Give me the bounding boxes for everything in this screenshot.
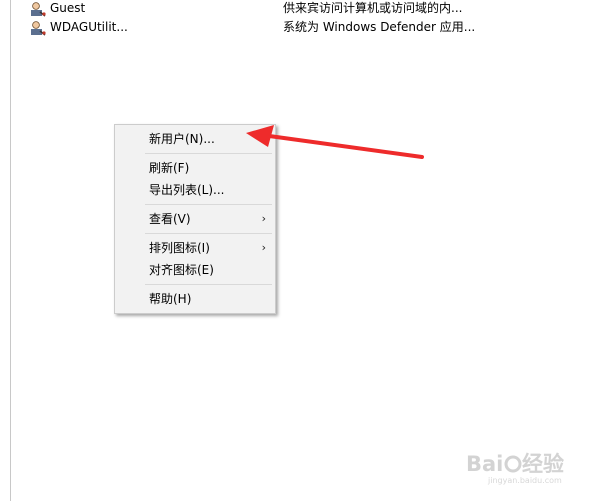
context-menu: 新用户(N)... 刷新(F) 导出列表(L)... 查看(V) › 排列图标(…: [114, 124, 276, 314]
chevron-right-icon: ›: [261, 241, 266, 254]
menu-separator: [145, 204, 272, 205]
menu-item-help[interactable]: 帮助(H): [115, 289, 275, 309]
user-icon: [31, 21, 46, 36]
user-list-pane: Guest 供来宾访问计算机或访问域的内... WDAGUtilit... 系统…: [10, 0, 614, 501]
menu-item-refresh[interactable]: 刷新(F): [115, 158, 275, 178]
user-name: Guest: [50, 1, 86, 15]
list-item-wdagutility[interactable]: WDAGUtilit... 系统为 Windows Defender 应用...: [30, 19, 610, 37]
menu-item-label: 查看(V): [149, 212, 191, 226]
menu-item-label: 新用户(N)...: [149, 132, 215, 146]
menu-separator: [145, 233, 272, 234]
watermark-logo: Bai 经验 jingyan.baidu.com: [466, 452, 564, 485]
menu-item-align-icons[interactable]: 对齐图标(E): [115, 260, 275, 280]
list-item-guest[interactable]: Guest 供来宾访问计算机或访问域的内...: [30, 0, 610, 18]
menu-item-new-user[interactable]: 新用户(N)...: [115, 129, 275, 149]
user-name: WDAGUtilit...: [50, 20, 128, 34]
user-description: 系统为 Windows Defender 应用...: [283, 20, 476, 34]
svg-text:jingyan.baidu.com: jingyan.baidu.com: [487, 476, 562, 485]
svg-text:经验: 经验: [522, 452, 564, 476]
menu-separator: [145, 284, 272, 285]
menu-item-label: 帮助(H): [149, 292, 192, 306]
menu-item-label: 排列图标(I): [149, 241, 210, 255]
user-description: 供来宾访问计算机或访问域的内...: [283, 1, 463, 15]
menu-item-view[interactable]: 查看(V) ›: [115, 209, 275, 229]
menu-item-arrange-icons[interactable]: 排列图标(I) ›: [115, 238, 275, 258]
chevron-right-icon: ›: [261, 212, 266, 225]
menu-item-export-list[interactable]: 导出列表(L)...: [115, 180, 275, 200]
menu-item-label: 导出列表(L)...: [149, 183, 225, 197]
menu-item-label: 刷新(F): [149, 161, 190, 175]
user-icon: [31, 2, 46, 17]
menu-item-label: 对齐图标(E): [149, 263, 214, 277]
menu-separator: [145, 153, 272, 154]
svg-text:Bai: Bai: [466, 452, 503, 476]
